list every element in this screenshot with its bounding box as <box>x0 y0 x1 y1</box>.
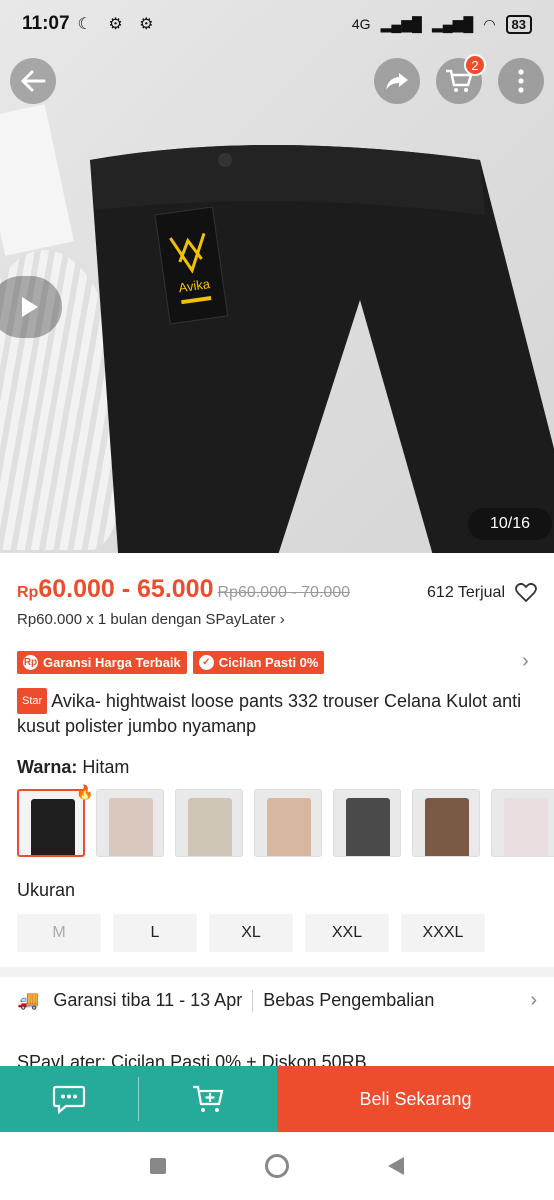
size-option[interactable]: XXXL <box>401 914 485 952</box>
more-vertical-icon <box>518 69 524 93</box>
swatch-pants-image <box>346 798 390 856</box>
color-swatch[interactable] <box>96 789 164 857</box>
status-icons: ☾ ⚙ ⚙ <box>77 16 160 33</box>
wifi-icon: ◠ <box>483 15 496 32</box>
swatch-pants-image <box>109 798 153 856</box>
original-price: Rp60.000 - 70.000 <box>217 584 351 601</box>
product-title: Star Avika- hightwaist loose pants 332 tr… <box>17 688 537 738</box>
product-photo-pants: Avika <box>90 145 554 553</box>
swatch-pants-image <box>425 798 469 856</box>
status-time: 11:07 <box>22 13 70 34</box>
cart-button[interactable]: 2 <box>436 54 486 104</box>
more-options-button[interactable] <box>498 58 544 104</box>
shipping-separator <box>252 989 254 1012</box>
share-icon <box>386 73 408 90</box>
color-swatch[interactable] <box>254 789 322 857</box>
swatch-pants-image <box>31 799 75 855</box>
play-icon <box>22 297 38 317</box>
size-options[interactable]: M L XL XXL XXXL <box>17 914 485 952</box>
sold-text: 612 Terjual <box>427 584 505 601</box>
play-video-button[interactable] <box>0 276 62 338</box>
section-divider <box>0 967 554 977</box>
price-currency: Rp <box>17 584 39 601</box>
buy-now-button[interactable]: Beli Sekarang <box>277 1066 554 1132</box>
promo-tags[interactable]: Rp Garansi Harga Terbaik ✓ Cicilan Pasti 0… <box>17 651 325 674</box>
arrow-left-icon <box>20 70 46 92</box>
bottom-action-bar: Beli Sekarang <box>0 1066 554 1132</box>
heart-icon[interactable] <box>515 583 537 603</box>
chevron-right-icon: › <box>279 611 285 628</box>
battery-icon: 83 <box>505 14 532 34</box>
swatch-pants-image <box>267 798 311 856</box>
product-title-text: Avika- hightwaist loose pants 332 trouse… <box>17 691 522 736</box>
tag-best-price: Rp Garansi Harga Terbaik <box>17 651 187 674</box>
size-option[interactable]: XL <box>209 914 293 952</box>
tag-label: Garansi Harga Terbaik <box>43 655 181 670</box>
color-value: Hitam <box>82 757 130 777</box>
image-counter: 10/16 <box>468 508 552 540</box>
color-swatch[interactable] <box>175 789 243 857</box>
spaylater-promo-text: SPayLater: Cicilan Pasti 0% + Diskon 50R… <box>17 1052 367 1066</box>
swatch-pants-image <box>504 798 548 856</box>
price-range: Rp60.000 - 65.000 <box>17 575 213 604</box>
chat-icon <box>52 1085 86 1114</box>
tag-installment: ✓ Cicilan Pasti 0% <box>192 651 325 674</box>
shipping-row[interactable]: 🚚 Garansi tiba 11 - 13 Apr Bebas Pengemb… <box>17 989 537 1012</box>
swatch-pants-image <box>188 798 232 856</box>
recents-icon[interactable] <box>149 1158 166 1174</box>
system-nav-bar <box>0 1132 554 1200</box>
paylater-text: Rp60.000 x 1 bulan dengan SPayLater <box>17 611 276 628</box>
share-button[interactable] <box>374 58 420 104</box>
color-swatch[interactable] <box>412 789 480 857</box>
back-nav-icon[interactable] <box>388 1157 405 1175</box>
add-cart-icon <box>193 1085 224 1112</box>
color-swatch[interactable] <box>491 789 554 857</box>
back-button[interactable] <box>10 58 56 104</box>
cart-count-badge: 2 <box>464 54 486 76</box>
free-returns: Bebas Pengembalian <box>263 990 435 1010</box>
star-badge: Star <box>17 688 48 714</box>
price-row: Rp60.000 - 65.000 Rp60.000 - 70.000 612 … <box>17 575 537 604</box>
status-bar: 11:07 ☾ ⚙ ⚙ 4G ▂▄▆█ ▂▄▆█ ◠ 83 <box>0 0 554 48</box>
color-label-text: Warna: <box>17 757 78 777</box>
home-icon[interactable] <box>264 1154 289 1178</box>
size-label: Ukuran <box>17 880 76 900</box>
spaylater-promo[interactable]: SPayLater: Cicilan Pasti 0% + Diskon 50R… <box>17 1052 367 1066</box>
signal-icon-2: ▂▄▆█ <box>431 15 474 32</box>
color-label: Warna: Hitam <box>17 757 129 778</box>
chat-button[interactable] <box>0 1066 138 1132</box>
size-option[interactable]: M <box>17 914 101 952</box>
price-value: 60.000 - 65.000 <box>38 575 214 603</box>
color-swatch[interactable] <box>333 789 401 857</box>
size-option[interactable]: XXL <box>305 914 389 952</box>
bottom-left-actions <box>0 1066 277 1132</box>
color-swatches[interactable] <box>17 789 554 857</box>
add-to-cart-button[interactable] <box>139 1066 277 1132</box>
sold-count: 612 Terjual <box>427 583 537 603</box>
paylater-info[interactable]: Rp60.000 x 1 bulan dengan SPayLater › <box>17 611 285 628</box>
color-swatch[interactable] <box>17 789 85 857</box>
tag-label: Cicilan Pasti 0% <box>218 655 319 670</box>
size-option[interactable]: L <box>113 914 197 952</box>
rp-icon: Rp <box>23 655 38 670</box>
network-label: 4G <box>351 16 371 32</box>
signal-icon: ▂▄▆█ <box>380 15 422 32</box>
product-image-carousel[interactable]: Avika 11:07 ☾ ⚙ ⚙ 4G ▂▄▆█ ▂▄▆█ ◠ 83 2 10… <box>0 0 554 553</box>
flame-icon: 🔥 <box>76 784 94 800</box>
shipping-guarantee: Garansi tiba 11 - 13 Apr <box>53 990 243 1010</box>
check-icon: ✓ <box>198 655 214 670</box>
truck-icon: 🚚 <box>17 990 40 1010</box>
chevron-right-icon[interactable]: › <box>522 650 529 673</box>
chevron-right-icon: › <box>530 989 537 1011</box>
